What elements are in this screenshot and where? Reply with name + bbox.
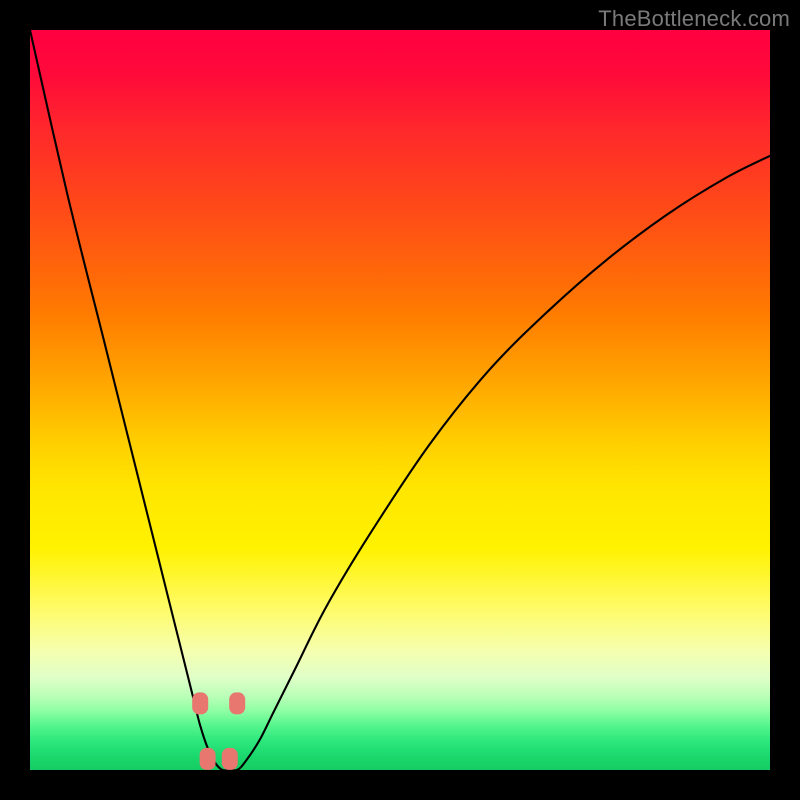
valley-marker [222,748,238,770]
curve-layer [30,30,770,770]
valley-marker [200,748,216,770]
chart-stage: TheBottleneck.com [0,0,800,800]
plot-area [30,30,770,770]
watermark-label: TheBottleneck.com [598,6,790,32]
valley-marker [192,692,208,714]
bottleneck-curve [30,30,770,771]
valley-markers [192,692,245,770]
valley-marker [229,692,245,714]
